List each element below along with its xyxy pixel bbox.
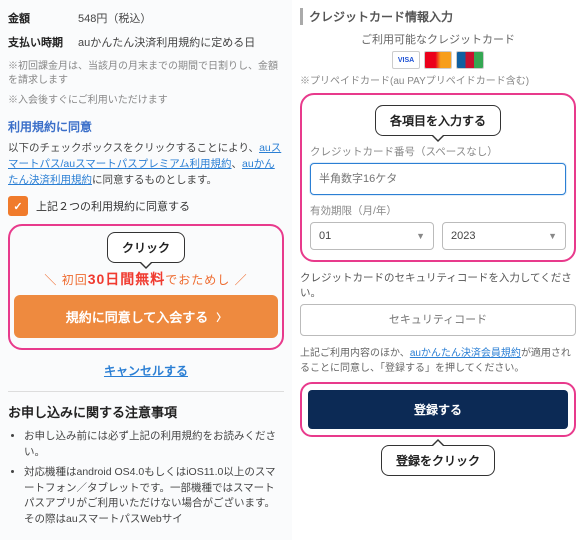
expiry-label: 有効期限（月/年）: [310, 203, 566, 218]
register-balloon: 登録をクリック: [381, 445, 495, 476]
amount-label: 金額: [8, 10, 78, 26]
right-panel: クレジットカード情報入力 ご利用可能なクレジットカード VISA masterc…: [292, 0, 584, 540]
agree-checkbox-row[interactable]: ✓ 上記２つの利用規約に同意する: [8, 196, 284, 216]
list-item: お申し込み前には必ず上記の利用規約をお読みください。: [24, 429, 284, 461]
expiry-year-select[interactable]: 2023▼: [442, 222, 566, 250]
jcb-icon: JCB: [456, 51, 484, 69]
left-panel: 金額 548円（税込） 支払い時期 auかんたん決済利用規約に定める日 ※初回課…: [0, 0, 292, 540]
chevron-down-icon: ▼: [548, 231, 557, 241]
terms-title: 利用規約に同意: [8, 118, 284, 135]
note-text: ※入会後すぐにご利用いただけます: [8, 94, 284, 108]
check-icon[interactable]: ✓: [8, 196, 28, 216]
notice-list: お申し込み前には必ず上記の利用規約をお読みください。 対応機種はandroid …: [8, 429, 284, 528]
click-balloon: クリック: [107, 232, 185, 263]
register-callout: 登録する: [300, 382, 576, 437]
notice-title: お申し込みに関する注意事項: [8, 402, 284, 421]
paydate-value: auかんたん決済利用規約に定める日: [78, 34, 284, 50]
register-note: 上記ご利用内容のほか、auかんたん決済会員規約が適用されることに同意し、「登録す…: [300, 346, 576, 376]
visa-icon: VISA: [392, 51, 420, 69]
paydate-label: 支払い時期: [8, 34, 78, 50]
terms-body: 以下のチェックボックスをクリックすることにより、auスマートパス/auスマートパ…: [8, 141, 284, 188]
expiry-month-select[interactable]: 01▼: [310, 222, 434, 250]
agree-join-button[interactable]: 規約に同意して入会する〉: [14, 295, 278, 338]
join-callout: クリック ＼ 初回30日間無料でおためし ／ 規約に同意して入会する〉: [8, 224, 284, 350]
member-terms-link[interactable]: auかんたん決済会員規約: [410, 348, 521, 359]
chevron-right-icon: 〉: [216, 309, 226, 324]
note-text: ※初回課金月は、当該月の月末までの期間で日割りし、金額を請求します: [8, 60, 284, 88]
card-input-callout: 各項目を入力する クレジットカード番号（スペースなし） 有効期限（月/年） 01…: [300, 93, 576, 262]
register-button[interactable]: 登録する: [308, 390, 568, 429]
mastercard-icon: mastercard: [424, 51, 452, 69]
card-number-input[interactable]: [310, 163, 566, 195]
card-brands: VISA mastercard JCB: [300, 51, 576, 69]
cvv-label: クレジットカードのセキュリティコードを入力してください。: [300, 270, 576, 300]
cvv-input[interactable]: [300, 304, 576, 336]
cancel-link[interactable]: キャンセルする: [104, 364, 188, 378]
amount-row: 金額 548円（税込）: [8, 6, 284, 30]
cc-title: クレジットカード情報入力: [300, 8, 576, 25]
amount-value: 548円（税込）: [78, 10, 284, 26]
prepaid-note: ※プリペイドカード(au PAYプリペイドカード含む): [300, 75, 576, 89]
chevron-down-icon: ▼: [416, 231, 425, 241]
fill-balloon: 各項目を入力する: [375, 105, 501, 136]
list-item: 対応機種はandroid OS4.0もしくはiOS11.0以上のスマートフォン／…: [24, 465, 284, 528]
divider: [8, 391, 284, 392]
paydate-row: 支払い時期 auかんたん決済利用規約に定める日: [8, 30, 284, 54]
cc-subtitle: ご利用可能なクレジットカード: [300, 31, 576, 47]
agree-checkbox-label: 上記２つの利用規約に同意する: [36, 198, 190, 214]
